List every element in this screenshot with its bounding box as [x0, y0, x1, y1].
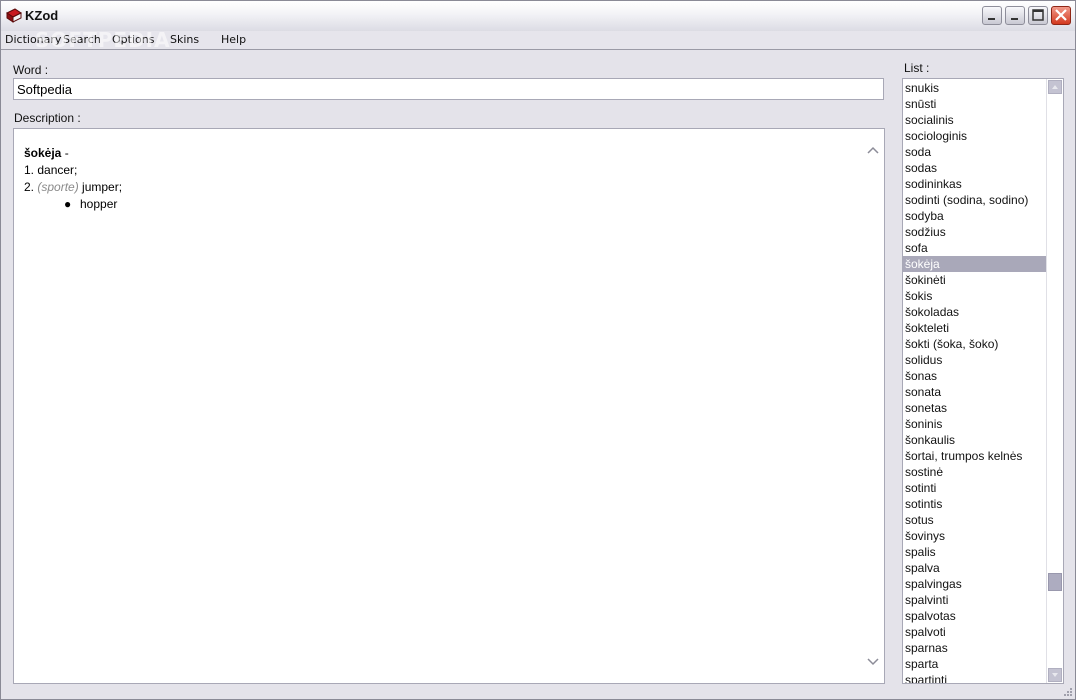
list-item[interactable]: šokoladas [903, 304, 1047, 320]
list-item[interactable]: sotintis [903, 496, 1047, 512]
sense-2: 2. (sporte) jumper; [24, 179, 122, 196]
list-item[interactable]: sostinė [903, 464, 1047, 480]
headword: šokėja [24, 146, 62, 160]
triangle-up-icon [1052, 85, 1058, 89]
list-item[interactable]: sofa [903, 240, 1047, 256]
word-label: Word : [13, 63, 49, 77]
list-item[interactable]: spalvoti [903, 624, 1047, 640]
list-item[interactable]: sparta [903, 656, 1047, 672]
menu-help[interactable]: Help [221, 33, 246, 46]
chevron-up-icon[interactable] [866, 143, 880, 157]
list-item[interactable]: sodininkas [903, 176, 1047, 192]
scroll-down-button[interactable] [1048, 668, 1062, 682]
list-item[interactable]: šokteleti [903, 320, 1047, 336]
word-list-items: snukis snūsti socialinis sociologinis soda so… [903, 80, 1047, 683]
chevron-down-icon[interactable] [866, 655, 880, 669]
list-item[interactable]: sonetas [903, 400, 1047, 416]
headword-dash: - [61, 146, 69, 160]
menu-bar: Dictionary Search Options Skins Help [1, 31, 1075, 50]
list-item[interactable]: snukis [903, 80, 1047, 96]
sense-2-number: 2. [24, 180, 35, 194]
list-item[interactable]: snūsti [903, 96, 1047, 112]
list-label: List : [904, 61, 930, 75]
list-item[interactable]: šortai, trumpos kelnės [903, 448, 1047, 464]
menu-options[interactable]: Options [112, 33, 154, 46]
minimize-button[interactable] [982, 6, 1002, 25]
scroll-up-button[interactable] [1048, 80, 1062, 94]
title-bar[interactable]: KZod [1, 1, 1075, 32]
bullet-text: hopper [80, 197, 118, 211]
scroll-thumb[interactable] [1048, 573, 1062, 591]
list-item[interactable]: soda [903, 144, 1047, 160]
menu-skins[interactable]: Skins [170, 33, 199, 46]
list-item[interactable]: socialinis [903, 112, 1047, 128]
window-title: KZod [25, 8, 59, 23]
list-item[interactable]: šokti (šoka, šoko) [903, 336, 1047, 352]
list-item[interactable]: spalvingas [903, 576, 1047, 592]
menu-search[interactable]: Search [63, 33, 101, 46]
restore-button[interactable] [1005, 6, 1025, 25]
description-content: šokėja - 1. dancer; 2. (sporte) jumper; … [24, 145, 122, 213]
list-item[interactable]: sociologinis [903, 128, 1047, 144]
sense-1: 1. dancer; [24, 163, 78, 177]
word-list[interactable]: snukis snūsti socialinis sociologinis soda so… [902, 78, 1064, 684]
list-item[interactable]: sodyba [903, 208, 1047, 224]
list-item[interactable]: šonkaulis [903, 432, 1047, 448]
word-input[interactable] [13, 78, 884, 100]
list-item[interactable]: sodinti (sodina, sodino) [903, 192, 1047, 208]
list-item[interactable]: šokėja [903, 256, 1047, 272]
window-controls [982, 6, 1071, 25]
list-item[interactable]: spalis [903, 544, 1047, 560]
red-book-icon [6, 8, 22, 23]
triangle-down-icon [1052, 673, 1058, 677]
list-item[interactable]: sotus [903, 512, 1047, 528]
description-label: Description : [14, 111, 81, 125]
list-item[interactable]: spalvinti [903, 592, 1047, 608]
bullet-item: ● hopper [24, 196, 122, 213]
list-item[interactable]: spalva [903, 560, 1047, 576]
close-icon [1055, 9, 1067, 21]
resize-grip-icon[interactable] [1061, 685, 1073, 697]
list-item[interactable]: sonata [903, 384, 1047, 400]
description-panel[interactable]: šokėja - 1. dancer; 2. (sporte) jumper; … [13, 128, 885, 684]
entry-heading: šokėja - [24, 145, 122, 162]
menu-dictionary[interactable]: Dictionary [5, 33, 61, 46]
list-item[interactable]: šonas [903, 368, 1047, 384]
list-item[interactable]: spalvotas [903, 608, 1047, 624]
list-scrollbar[interactable] [1046, 79, 1063, 683]
list-item[interactable]: sodas [903, 160, 1047, 176]
app-window: KZod Dictionary Search Options Skins Hel… [0, 0, 1076, 700]
sense-2-domain: (sporte) [37, 180, 79, 194]
list-item[interactable]: šokinėti [903, 272, 1047, 288]
close-button[interactable] [1051, 6, 1071, 25]
list-item[interactable]: sparnas [903, 640, 1047, 656]
list-item[interactable]: spartinti [903, 672, 1047, 683]
list-item[interactable]: šoninis [903, 416, 1047, 432]
maximize-icon [1032, 9, 1044, 21]
restore-icon [1011, 18, 1018, 20]
sense-2-text: jumper; [82, 180, 123, 194]
minimize-icon [988, 18, 995, 20]
bullet-icon: ● [64, 197, 72, 211]
list-item[interactable]: solidus [903, 352, 1047, 368]
list-item[interactable]: šovinys [903, 528, 1047, 544]
list-item[interactable]: šokis [903, 288, 1047, 304]
list-item[interactable]: sodžius [903, 224, 1047, 240]
list-item[interactable]: sotinti [903, 480, 1047, 496]
maximize-button[interactable] [1028, 6, 1048, 25]
